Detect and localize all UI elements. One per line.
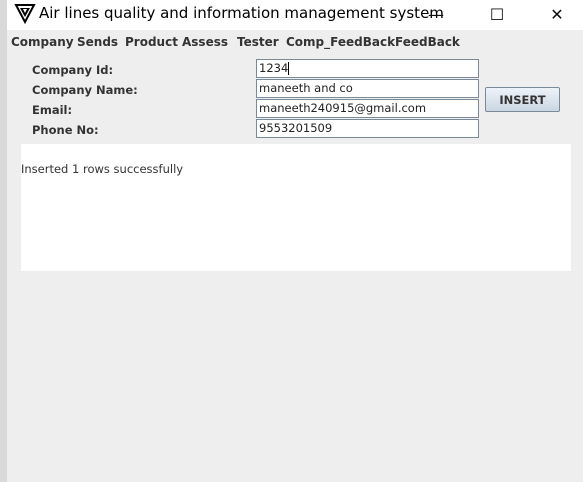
- text-caret: [288, 62, 290, 75]
- main-panel: Company Id: 1234 Company Name: maneeth a…: [7, 53, 583, 482]
- menu-company[interactable]: Company: [11, 35, 74, 49]
- minimize-icon: —: [428, 4, 444, 24]
- email-label: Email:: [32, 103, 73, 117]
- title-bar: Air lines quality and information manage…: [7, 0, 583, 30]
- menu-tester[interactable]: Tester: [237, 35, 279, 49]
- phone-label: Phone No:: [32, 123, 99, 137]
- close-icon: ✕: [550, 4, 564, 24]
- company-id-label: Company Id:: [32, 63, 114, 77]
- result-text-area[interactable]: Inserted 1 rows successfully: [21, 144, 571, 271]
- email-field[interactable]: maneeth240915@gmail.com: [256, 99, 479, 118]
- menu-bar: Company Sends Product Assess Tester Comp…: [7, 30, 583, 53]
- result-message: Inserted 1 rows successfully: [21, 162, 184, 176]
- menu-sends[interactable]: Sends: [77, 35, 118, 49]
- insert-button[interactable]: INSERT: [485, 87, 560, 112]
- menu-feedback[interactable]: FeedBack: [395, 35, 460, 49]
- window-left-border: [0, 0, 7, 482]
- maximize-button[interactable]: ☐: [474, 0, 520, 28]
- close-button[interactable]: ✕: [534, 0, 580, 28]
- company-id-value: 1234: [259, 61, 289, 75]
- window-title: Air lines quality and information manage…: [39, 4, 444, 22]
- company-id-field[interactable]: 1234: [256, 59, 479, 78]
- company-name-label: Company Name:: [32, 83, 138, 97]
- menu-product[interactable]: Product: [125, 35, 178, 49]
- menu-assess[interactable]: Assess: [182, 35, 228, 49]
- phone-field[interactable]: 9553201509: [256, 119, 479, 138]
- menu-comp-feedback[interactable]: Comp_FeedBack: [286, 35, 395, 49]
- company-name-field[interactable]: maneeth and co: [256, 79, 479, 98]
- maximize-icon: ☐: [489, 4, 505, 24]
- minimize-button[interactable]: —: [413, 0, 459, 28]
- app-logo-icon: [14, 4, 36, 24]
